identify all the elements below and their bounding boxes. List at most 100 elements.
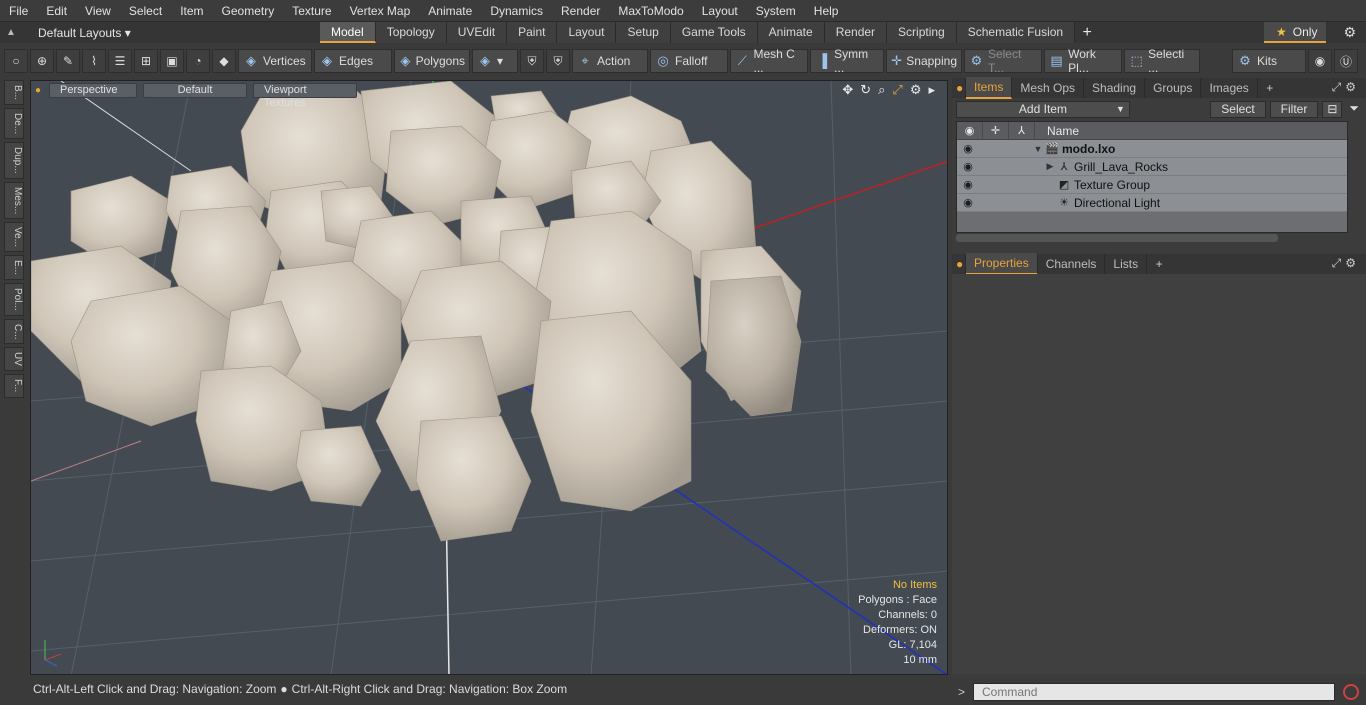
maximize-view-icon[interactable]: ⤢ bbox=[892, 82, 902, 98]
orbit-view-icon[interactable]: ↻ bbox=[860, 82, 871, 98]
menu-view[interactable]: View bbox=[76, 0, 120, 22]
eye-icon[interactable]: ◉ bbox=[957, 142, 979, 155]
tree-row[interactable]: ◉ ☀ Directional Light bbox=[957, 194, 1347, 212]
filter-funnel-icon[interactable]: ⏷ bbox=[1346, 101, 1362, 118]
viewport-arrow-icon[interactable]: ▸ bbox=[928, 82, 935, 98]
left-tab-edge[interactable]: E... bbox=[4, 255, 24, 281]
left-tab-basic[interactable]: B... bbox=[4, 80, 24, 106]
lock-column-icon[interactable]: ✛ bbox=[983, 121, 1009, 140]
eye-icon[interactable]: ◉ bbox=[957, 178, 979, 191]
move-view-icon[interactable]: ✥ bbox=[842, 82, 853, 98]
menu-file[interactable]: File bbox=[0, 0, 37, 22]
tab-game-tools[interactable]: Game Tools bbox=[670, 22, 758, 43]
type-column-icon[interactable]: ⅄ bbox=[1009, 121, 1035, 140]
pen-button[interactable]: ✎ bbox=[56, 49, 80, 73]
tab-setup[interactable]: Setup bbox=[616, 22, 671, 43]
select-through-button[interactable]: ⚙ Select T... bbox=[964, 47, 1042, 75]
menu-texture[interactable]: Texture bbox=[283, 0, 340, 22]
tab-channels[interactable]: Channels bbox=[1038, 254, 1106, 274]
eye-icon[interactable]: ◉ bbox=[957, 196, 979, 209]
gear-icon[interactable]: ⚙ bbox=[1343, 24, 1356, 41]
tab-layout[interactable]: Layout bbox=[557, 22, 617, 43]
panel-menu-dot-icon[interactable]: ● bbox=[952, 78, 966, 98]
unreal-button[interactable]: Ⓤ bbox=[1334, 49, 1358, 73]
select-circle-button[interactable]: ○ bbox=[4, 49, 28, 73]
menu-layout[interactable]: Layout bbox=[693, 0, 747, 22]
record-icon[interactable] bbox=[1343, 683, 1360, 700]
globe-button[interactable]: ⊕ bbox=[30, 49, 54, 73]
polygons-button[interactable]: ◈ Polygons bbox=[394, 49, 470, 73]
menu-help[interactable]: Help bbox=[805, 0, 848, 22]
menu-dynamics[interactable]: Dynamics bbox=[481, 0, 552, 22]
tab-render[interactable]: Render bbox=[824, 22, 888, 43]
menu-system[interactable]: System bbox=[747, 0, 805, 22]
collapse-up-icon[interactable]: ▲ bbox=[6, 27, 24, 38]
tab-lists[interactable]: Lists bbox=[1105, 254, 1148, 274]
collapse-icon[interactable]: ⊟ bbox=[1322, 100, 1343, 118]
grid-button[interactable]: ⊞ bbox=[134, 49, 158, 73]
left-tab-polygon[interactable]: Pol... bbox=[4, 283, 24, 316]
add-item-button[interactable]: Add Item ▼ bbox=[956, 100, 1130, 118]
eye-icon[interactable]: ◉ bbox=[957, 160, 979, 173]
brush-button[interactable]: ⌇ bbox=[82, 49, 106, 73]
kits-button[interactable]: ⚙ Kits bbox=[1232, 49, 1306, 73]
tab-properties[interactable]: Properties bbox=[966, 253, 1038, 275]
edges-button[interactable]: ◈ Edges bbox=[314, 49, 392, 73]
only-toggle[interactable]: ★ Only bbox=[1264, 22, 1326, 43]
props-menu-dot-icon[interactable]: ● bbox=[952, 254, 966, 274]
zoom-view-icon[interactable]: ⌕ bbox=[878, 82, 885, 98]
add-panel-tab-button[interactable]: + bbox=[1258, 78, 1282, 98]
add-props-tab-button[interactable]: + bbox=[1147, 254, 1171, 274]
tab-mesh-ops[interactable]: Mesh Ops bbox=[1012, 78, 1085, 98]
tab-uvedit[interactable]: UVEdit bbox=[446, 22, 508, 43]
filter-button[interactable]: Filter bbox=[1269, 100, 1319, 118]
tree-row[interactable]: ◉ ◩ Texture Group bbox=[957, 176, 1347, 194]
left-tab-fusion[interactable]: F... bbox=[4, 374, 24, 398]
layout-select[interactable]: ▲ Default Layouts ▾ bbox=[0, 22, 320, 43]
menu-select[interactable]: Select bbox=[120, 0, 171, 22]
tab-groups[interactable]: Groups bbox=[1145, 78, 1202, 98]
tree-row[interactable]: ◉ ▶ ⅄ Grill_Lava_Rocks bbox=[957, 158, 1347, 176]
symmetry-button[interactable]: ▐ Symm ... bbox=[810, 47, 884, 75]
3d-viewport[interactable]: ● Perspective Default Viewport Textures … bbox=[30, 80, 948, 675]
item-mode-button[interactable]: ◆ bbox=[212, 49, 236, 73]
mesh-constraint-button[interactable]: ⟋ Mesh C ... bbox=[730, 47, 808, 75]
menu-animate[interactable]: Animate bbox=[419, 0, 481, 22]
tab-model[interactable]: Model bbox=[320, 22, 376, 43]
expand-right-icon[interactable]: ▶ bbox=[1043, 161, 1057, 172]
left-tab-uv[interactable]: UV bbox=[4, 347, 24, 372]
name-column-header[interactable]: Name bbox=[1035, 124, 1079, 138]
left-tab-curve[interactable]: C... bbox=[4, 318, 24, 345]
command-input[interactable] bbox=[973, 682, 1336, 701]
panel-expand-gear-icon[interactable]: ⤢⚙ bbox=[1332, 80, 1360, 95]
add-tab-button[interactable]: + bbox=[1075, 22, 1099, 43]
visibility-column-eye-icon[interactable]: ◉ bbox=[957, 121, 983, 140]
work-plane-button[interactable]: ▤ Work Pl... bbox=[1044, 47, 1122, 75]
tree-row[interactable]: ◉ ▼ 🎬 modo.lxo bbox=[957, 140, 1347, 158]
menu-geometry[interactable]: Geometry bbox=[213, 0, 284, 22]
tab-topology[interactable]: Topology bbox=[375, 22, 447, 43]
falloff-button[interactable]: ◎ Falloff bbox=[650, 49, 728, 73]
action-center-b-button[interactable]: ⛨ bbox=[546, 49, 570, 73]
left-tab-duplicate[interactable]: Dup... bbox=[4, 142, 24, 179]
tab-scripting[interactable]: Scripting bbox=[887, 22, 957, 43]
select-button[interactable]: Select bbox=[1210, 100, 1266, 118]
tab-items[interactable]: Items bbox=[966, 77, 1013, 99]
viewport-textures-button[interactable]: Viewport Textures bbox=[253, 82, 357, 109]
menu-maxtomodo[interactable]: MaxToModo bbox=[609, 0, 692, 22]
shading-style-button[interactable]: Default bbox=[143, 82, 247, 98]
tab-animate[interactable]: Animate bbox=[757, 22, 825, 43]
props-expand-gear-icon[interactable]: ⤢⚙ bbox=[1332, 256, 1360, 271]
tab-paint[interactable]: Paint bbox=[507, 22, 558, 43]
tab-shading[interactable]: Shading bbox=[1084, 78, 1146, 98]
left-tab-mesh-edit[interactable]: Mes... bbox=[4, 181, 24, 220]
tree-horizontal-scrollbar[interactable] bbox=[956, 234, 1278, 242]
expand-down-icon[interactable]: ▼ bbox=[1031, 144, 1045, 154]
align-button[interactable]: ☰ bbox=[108, 49, 132, 73]
menu-edit[interactable]: Edit bbox=[37, 0, 76, 22]
left-tab-deform[interactable]: De... bbox=[4, 108, 24, 140]
unity-button[interactable]: ◉ bbox=[1308, 49, 1332, 73]
frame-button[interactable]: ▣ bbox=[160, 49, 184, 73]
menu-render[interactable]: Render bbox=[552, 0, 609, 22]
viewport-gear-icon[interactable]: ⚙ bbox=[910, 82, 922, 98]
